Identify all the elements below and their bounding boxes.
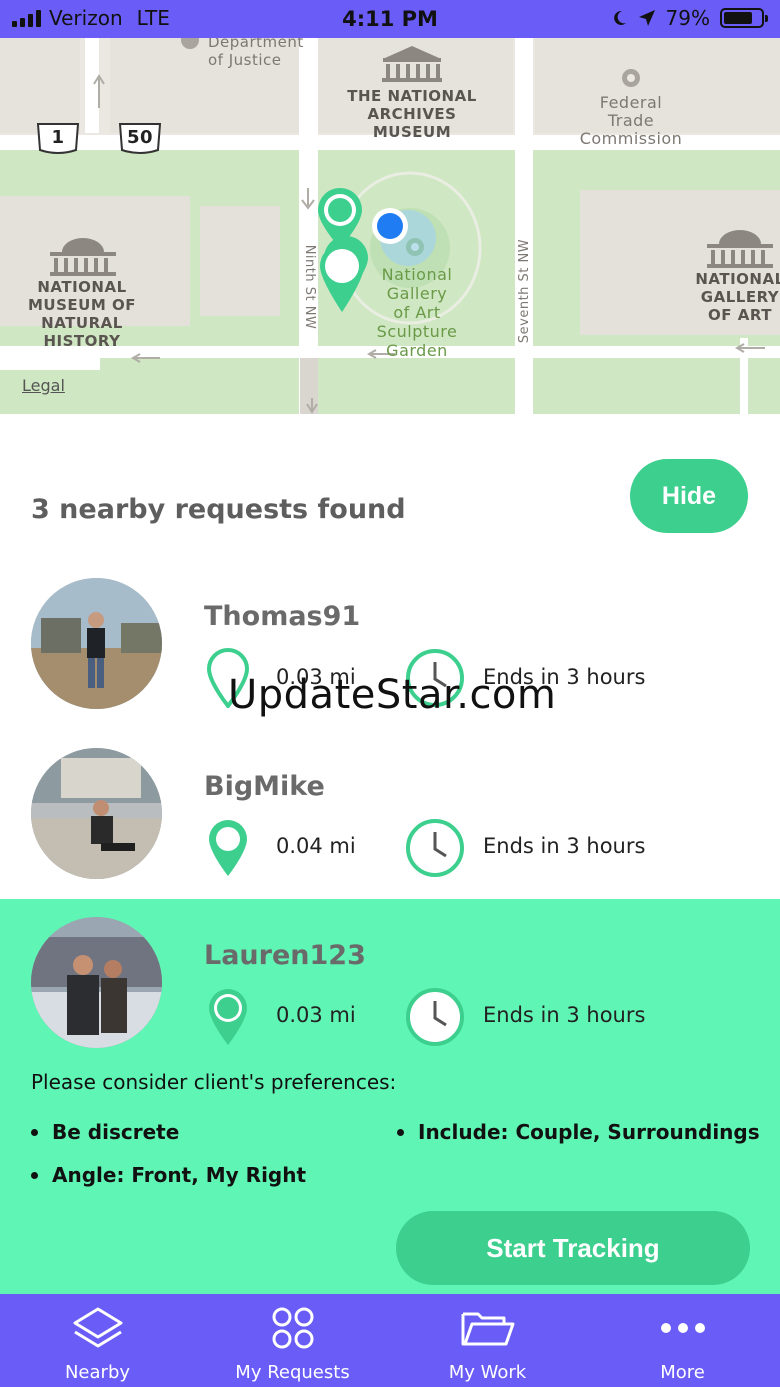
map-label-justice: Department of Justice [208, 38, 304, 69]
tab-label: Nearby [64, 1362, 131, 1383]
pin-icon [209, 820, 247, 876]
battery-icon [720, 8, 768, 28]
map-label-natural-history: NATIONAL MUSEUM OF NATURAL HISTORY [28, 278, 136, 350]
request-ends: Ends in 3 hours [483, 1003, 646, 1027]
map-label-archives: THE NATIONAL ARCHIVES MUSEUM [347, 87, 477, 141]
bullet-icon [397, 1128, 404, 1136]
location-arrow-icon [638, 10, 655, 26]
tab-label: More [660, 1362, 705, 1383]
route-1-shield: 1 [51, 127, 65, 148]
preference-text: Angle: Front, My Right [52, 1163, 307, 1187]
moon-icon [613, 10, 626, 25]
request-item-selected[interactable]: Lauren123 0.03 mi Ends in 3 hours [0, 899, 780, 1069]
request-item[interactable]: BigMike 0.04 mi Ends in 3 hours [0, 730, 780, 900]
map-view[interactable]: Department of Justice THE NATIONAL ARCHI… [0, 38, 780, 414]
legal-link[interactable]: Legal [22, 376, 65, 395]
request-username: BigMike [204, 771, 325, 802]
tab-label: My Work [448, 1362, 527, 1383]
request-distance: 0.03 mi [276, 1003, 356, 1027]
watermark: UpdateStar.com [228, 672, 557, 718]
grid-icon [272, 1307, 313, 1349]
avatar [31, 578, 162, 709]
map-label-gallery-of-art: NATIONAL GALLERY OF ART [695, 270, 780, 324]
battery-percent: 79% [665, 6, 710, 30]
more-icon [660, 1323, 705, 1333]
status-bar: Verizon LTE 4:11 PM 79% [0, 0, 780, 38]
tab-more[interactable]: More [585, 1294, 780, 1387]
request-ends: Ends in 3 hours [483, 834, 646, 858]
tab-my-work[interactable]: My Work [390, 1294, 585, 1387]
tab-label: My Requests [235, 1362, 350, 1383]
preference-item: Include: Couple, Surroundings [397, 1120, 760, 1144]
preference-text: Include: Couple, Surroundings [418, 1120, 760, 1144]
layers-icon [73, 1307, 122, 1348]
route-50-shield: 50 [126, 127, 154, 148]
bullet-icon [31, 1171, 38, 1179]
avatar [31, 748, 162, 879]
preferences-title: Please consider client's preferences: [31, 1070, 397, 1094]
request-username: Thomas91 [204, 601, 361, 632]
map-label-ftc: Federal Trade Commission [579, 93, 683, 148]
pin-icon [209, 989, 247, 1045]
hide-button[interactable]: Hide [630, 459, 748, 533]
avatar [31, 917, 162, 1048]
preference-item: Be discrete [31, 1120, 179, 1144]
clock-icon [406, 819, 464, 877]
request-username: Lauren123 [204, 940, 366, 971]
request-distance: 0.04 mi [276, 834, 356, 858]
nearby-count: 3 nearby requests found [31, 494, 406, 525]
start-tracking-button[interactable]: Start Tracking [396, 1211, 750, 1285]
preference-text: Be discrete [52, 1120, 180, 1144]
map-label-sculpture-garden: National Gallery of Art Sculpture Garden [376, 265, 458, 360]
map-label-ninth-st: Ninth St NW [302, 244, 317, 330]
folder-icon [461, 1312, 514, 1346]
tab-nearby[interactable]: Nearby [0, 1294, 195, 1387]
status-right: 79% [610, 6, 768, 30]
clock-icon [406, 988, 464, 1046]
map-label-seventh-st: Seventh St NW [517, 238, 532, 344]
tab-bar: Nearby My Requests My Work More [0, 1294, 780, 1387]
preference-item: Angle: Front, My Right [31, 1163, 306, 1187]
bullet-icon [31, 1128, 38, 1136]
tab-my-requests[interactable]: My Requests [195, 1294, 390, 1387]
